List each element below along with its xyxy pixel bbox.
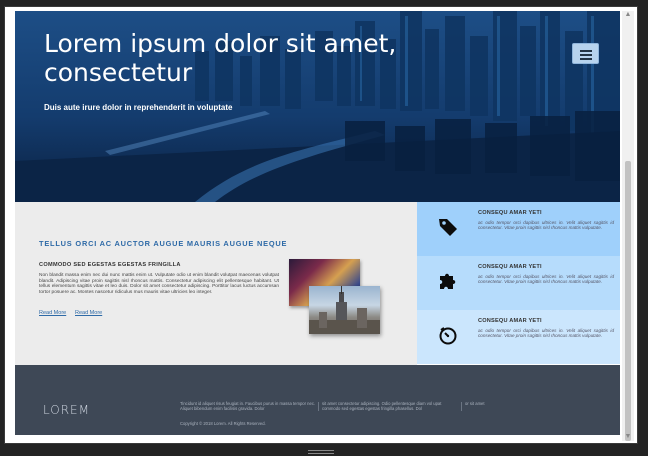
feature-text: ac odio tempor orci dapibus ultrices in.… xyxy=(478,328,614,339)
viewport-frame: Lorem ipsum dolor sit amet, consectetur … xyxy=(4,6,638,444)
feature-text: ac odio tempor orci dapibus ultrices in.… xyxy=(478,274,614,285)
feature-text: ac odio tempor orci dapibus ultrices in.… xyxy=(478,220,614,231)
puzzle-icon xyxy=(440,273,456,289)
footer-logo[interactable]: LOREM xyxy=(43,403,90,417)
web-page: Lorem ipsum dolor sit amet, consectetur … xyxy=(15,11,620,435)
footer-divider xyxy=(461,402,462,411)
timer-icon xyxy=(439,327,457,345)
scrollbar-thumb[interactable] xyxy=(625,161,631,441)
hamburger-menu-icon xyxy=(580,50,592,52)
section-subtitle: COMMODO SED EGESTAS EGESTAS FRINGILLA xyxy=(39,262,181,268)
content-section: TELLUS ORCI AC AUCTOR AUGUE MAURIS AUGUE… xyxy=(15,202,417,365)
section-body: Non blandit massa enim nec dui nunc matt… xyxy=(39,273,279,295)
hamburger-menu-button[interactable] xyxy=(572,43,599,64)
hero-title: Lorem ipsum dolor sit amet, consectetur xyxy=(44,29,397,87)
footer-divider xyxy=(318,402,319,411)
read-more-link[interactable]: Read More xyxy=(39,310,66,316)
feature-item: CONSEQU AMAR YETI ac odio tempor orci da… xyxy=(417,202,620,256)
hero-section: Lorem ipsum dolor sit amet, consectetur … xyxy=(15,11,620,202)
scroll-up-arrow-icon[interactable]: ▲ xyxy=(624,11,632,19)
scroll-down-arrow-icon[interactable]: ▼ xyxy=(624,433,632,441)
features-panel: CONSEQU AMAR YETI ac odio tempor orci da… xyxy=(417,202,620,365)
footer-text-col-2: sit amet consectetur adipiscing. Odio pe… xyxy=(322,401,442,411)
section-title: TELLUS ORCI AC AUCTOR AUGUE MAURIS AUGUE… xyxy=(39,239,288,248)
hero-subtitle: Duis aute irure dolor in reprehenderit i… xyxy=(44,103,233,112)
browser-window: Lorem ipsum dolor sit amet, consectetur … xyxy=(0,0,648,456)
feature-title: CONSEQU AMAR YETI xyxy=(478,264,542,270)
feature-title: CONSEQU AMAR YETI xyxy=(478,210,542,216)
resize-grip-icon[interactable] xyxy=(308,450,334,454)
vertical-scrollbar[interactable]: ▲ ▼ xyxy=(622,11,634,441)
empire-state-photo xyxy=(309,286,380,334)
read-more-link-2[interactable]: Read More xyxy=(75,310,102,316)
feature-item: CONSEQU AMAR YETI ac odio tempor orci da… xyxy=(417,310,620,364)
footer-text-col-3: or sit amet xyxy=(465,401,485,406)
copyright-text: Copyright © 2018 Lorem. All Rights Reser… xyxy=(180,421,266,426)
feature-item: CONSEQU AMAR YETI ac odio tempor orci da… xyxy=(417,256,620,310)
feature-title: CONSEQU AMAR YETI xyxy=(478,318,542,324)
footer-text-col-1: Tincidunt id aliquet risus feugiat in. F… xyxy=(180,401,316,411)
tag-icon xyxy=(439,219,457,236)
page-footer: LOREM Tincidunt id aliquet risus feugiat… xyxy=(15,365,620,435)
